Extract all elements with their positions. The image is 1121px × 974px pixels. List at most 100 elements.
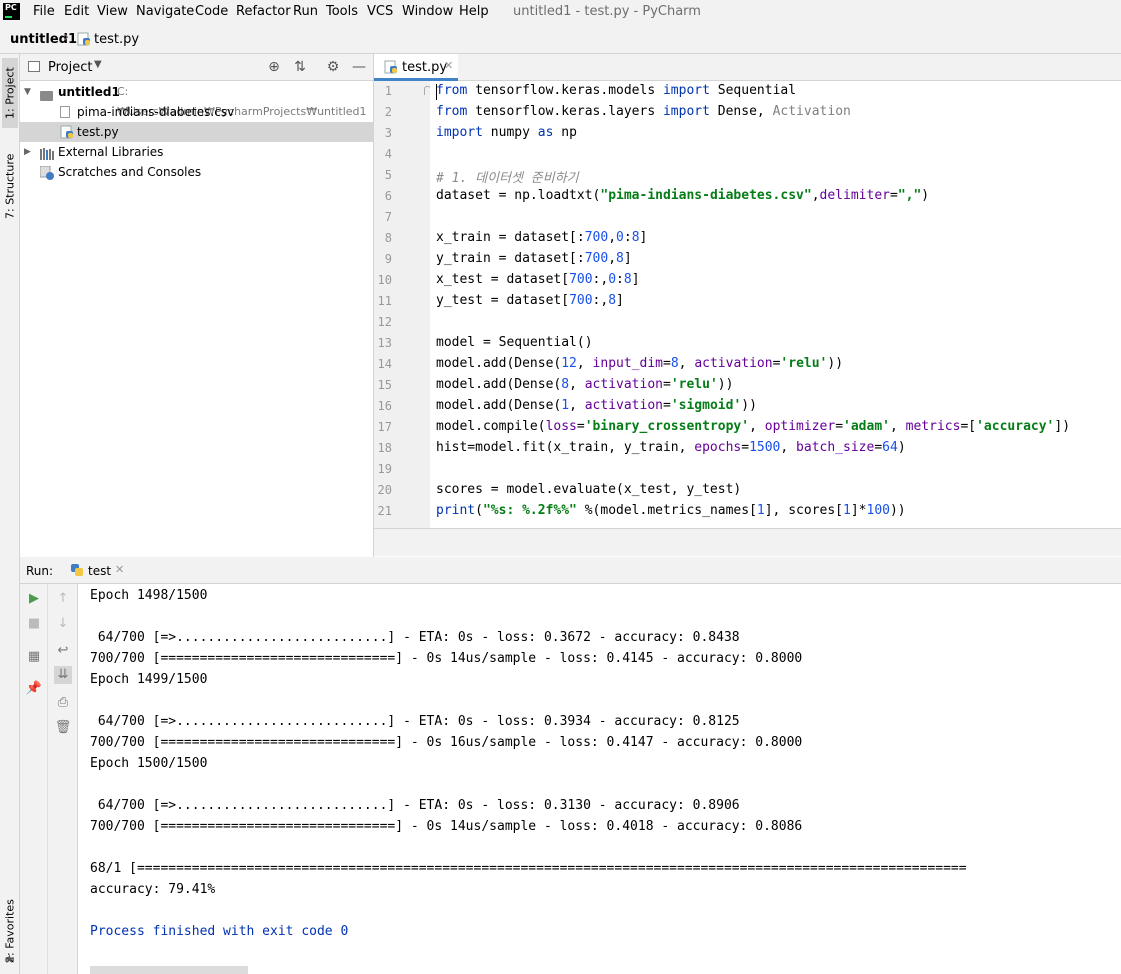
code-line-16: model.add(Dense(1, activation='sigmoid')… (436, 398, 757, 413)
menu-view[interactable]: View (97, 4, 128, 19)
menu-run[interactable]: Run (293, 4, 318, 19)
scroll-up-icon[interactable]: ↑ (54, 590, 72, 608)
code-line-5: # 1. 데이터셋 준비하기 (436, 171, 579, 186)
line-number: 7 (384, 210, 392, 224)
close-icon[interactable]: ✕ (115, 563, 124, 576)
code-line-18: hist=model.fit(x_train, y_train, epochs=… (436, 440, 906, 455)
editor-bottom-area (374, 528, 1121, 556)
tree-item-scratches[interactable]: Scratches and Consoles (20, 162, 373, 182)
pin-icon[interactable]: 📌 (25, 680, 43, 698)
menu-tools[interactable]: Tools (326, 4, 358, 19)
python-file-icon (384, 60, 398, 78)
project-view-icon (28, 61, 40, 72)
project-view-selector[interactable]: Project (48, 60, 92, 75)
navigation-bar: untitled1 › test.py (0, 24, 1121, 54)
trash-icon[interactable]: 🗑 (54, 719, 72, 737)
chevron-down-icon[interactable]: ▼ (94, 59, 102, 70)
line-number: 5 (384, 168, 392, 182)
tree-item-label: test.py (77, 125, 119, 139)
console-horizontal-scrollbar[interactable] (90, 966, 248, 974)
code-line-20: scores = model.evaluate(x_test, y_test) (436, 482, 742, 497)
line-number: 4 (384, 147, 392, 161)
tree-item-external-libraries[interactable]: ▶ External Libraries (20, 142, 373, 162)
menu-file[interactable]: File (33, 4, 55, 19)
structure-tab-label: 7: Structure (3, 153, 17, 219)
menu-edit[interactable]: Edit (64, 4, 89, 19)
editor-tab-testpy[interactable]: test.py ✕ (374, 54, 458, 81)
csv-file-icon (60, 106, 70, 118)
breadcrumb-file[interactable]: test.py (94, 32, 139, 47)
breadcrumb-separator: › (64, 30, 70, 45)
print-icon[interactable]: ⎙ (54, 694, 72, 712)
run-toolbar-primary: ▶ ■ ▦ 📌 (20, 584, 48, 974)
console-line: 700/700 [==============================]… (90, 735, 803, 750)
menu-refactor[interactable]: Refactor (236, 4, 291, 19)
stop-icon[interactable]: ■ (25, 615, 43, 633)
menu-vcs[interactable]: VCS (367, 4, 393, 19)
console-line: 700/700 [==============================]… (90, 651, 803, 666)
rerun-icon[interactable]: ▶ (25, 590, 43, 608)
menu-help[interactable]: Help (459, 4, 489, 19)
code-line-13: model = Sequential() (436, 335, 593, 350)
python-icon (70, 563, 84, 581)
favorites-star-icon: ★ (4, 952, 15, 966)
console-line: Epoch 1500/1500 (90, 756, 208, 771)
expand-arrow-icon[interactable]: ▼ (24, 82, 31, 102)
hide-panel-icon[interactable]: — (351, 59, 367, 75)
left-tool-stripe: 1: Project 7: Structure 2: Favorites ★ (0, 54, 20, 974)
line-number: 1 (384, 84, 392, 98)
tool-window-project-tab[interactable]: 1: Project (2, 58, 18, 128)
code-line-14: model.add(Dense(12, input_dim=8, activat… (436, 356, 844, 371)
console-line: accuracy: 79.41% (90, 882, 216, 897)
editor-tab-bar: test.py ✕ (374, 54, 1121, 81)
tree-item-label: Scratches and Consoles (58, 165, 202, 179)
python-file-icon (77, 32, 91, 50)
run-panel-header: Run: test ✕ (20, 557, 1121, 584)
pycharm-logo-icon: PC (3, 3, 20, 20)
gear-icon[interactable]: ⚙ (325, 59, 341, 75)
scroll-down-icon[interactable]: ↓ (54, 615, 72, 633)
menu-window[interactable]: Window (402, 4, 453, 19)
line-number: 9 (384, 252, 392, 266)
text-caret (436, 84, 437, 100)
menu-bar: PC File Edit View Navigate Code Refactor… (0, 0, 1121, 24)
line-number: 10 (377, 273, 392, 287)
tree-item-label: untitled1 (58, 85, 120, 99)
console-line: 68/1 [==================================… (90, 861, 967, 876)
tree-item-testpy[interactable]: test.py (20, 122, 373, 142)
project-panel-header: Project ▼ ⊕ ⇅ ⚙ — (20, 54, 373, 81)
console-line: 64/700 [=>...........................] -… (90, 630, 740, 645)
console-line: Epoch 1498/1500 (90, 588, 208, 603)
close-icon[interactable]: ✕ (444, 59, 453, 72)
run-console-output[interactable]: Epoch 1498/1500 64/700 [=>..............… (78, 584, 1121, 974)
line-number: 13 (377, 336, 392, 350)
code-editor[interactable]: from tensorflow.keras.models import Sequ… (430, 81, 1121, 528)
scratches-icon (39, 165, 54, 186)
line-number: 19 (377, 462, 392, 476)
soft-wrap-icon[interactable]: ↩ (54, 642, 72, 660)
code-line-11: y_test = dataset[700:,8] (436, 293, 624, 308)
console-line: 700/700 [==============================]… (90, 819, 803, 834)
locate-target-icon[interactable]: ⊕ (266, 59, 282, 75)
line-number: 16 (377, 399, 392, 413)
run-panel-label: Run: (26, 564, 54, 578)
scroll-to-end-icon[interactable]: ⇊ (54, 666, 72, 684)
menu-navigate[interactable]: Navigate (136, 4, 194, 19)
code-line-8: x_train = dataset[:700,0:8] (436, 230, 648, 245)
expand-arrow-icon[interactable]: ▶ (24, 142, 31, 162)
code-line-21: print("%s: %.2f%%" %(model.metrics_names… (436, 503, 906, 518)
line-number: 21 (377, 504, 392, 518)
run-tab-test[interactable]: test (88, 564, 111, 578)
code-line-2: from tensorflow.keras.layers import Dens… (436, 104, 851, 119)
console-exit-line: Process finished with exit code 0 (90, 924, 349, 939)
menu-code[interactable]: Code (195, 4, 228, 19)
tool-window-structure-tab[interactable]: 7: Structure (2, 146, 18, 226)
code-line-10: x_test = dataset[700:,0:8] (436, 272, 640, 287)
collapse-all-icon[interactable]: ⇅ (292, 59, 308, 75)
line-number: 17 (377, 420, 392, 434)
line-number: 8 (384, 231, 392, 245)
tree-item-untitled1[interactable]: ▼ untitled1 C:₩Users₩admin₩PycharmProjec… (20, 82, 373, 118)
layout-icon[interactable]: ▦ (25, 648, 43, 666)
line-number: 20 (377, 483, 392, 497)
tree-item-csv[interactable]: pima-indians-diabetes.csv (20, 102, 373, 122)
